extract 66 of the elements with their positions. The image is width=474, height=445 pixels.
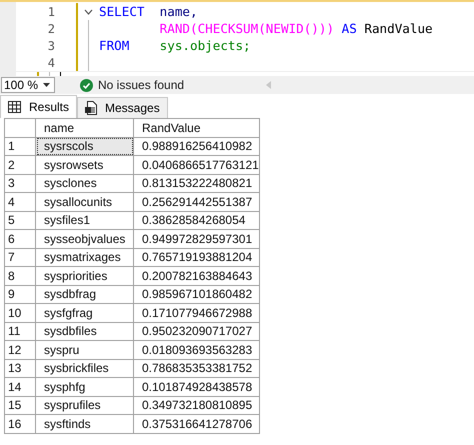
code-line: SELECT name, [99,4,198,19]
code-line: RAND(CHECKSUM(NEWID())) AS RandValue [158,21,433,36]
row-number[interactable]: 3 [4,174,36,192]
table-cell[interactable]: 0.985967101860482 [134,285,260,304]
table-cell[interactable]: 0.950232090717027 [134,322,260,340]
table-cell[interactable]: sysprufiles [36,396,134,414]
line-number: 4 [46,56,55,70]
zoom-dropdown[interactable]: 100 % [1,77,55,93]
table-cell[interactable]: 0.018093693563283 [134,340,260,359]
table-cell[interactable]: 0.765719193881204 [134,248,260,266]
row-number[interactable]: 11 [4,322,36,340]
row-number[interactable]: 15 [4,396,36,414]
table-cell[interactable]: sysrowsets [36,156,134,174]
column-header[interactable]: RandValue [134,118,260,137]
grid-icon [8,101,21,113]
row-number[interactable]: 13 [4,359,36,378]
column-header[interactable]: name [36,118,134,137]
line-number: 1 [46,4,55,18]
table-cell[interactable]: syspriorities [36,266,134,285]
row-number[interactable]: 5 [4,211,36,230]
table-cell[interactable]: 0.38628584268054 [134,211,260,230]
table-cell[interactable]: sysseobjvalues [36,230,134,248]
collapse-icon[interactable] [84,8,93,14]
table-cell[interactable]: sysclones [36,174,134,192]
table-cell[interactable]: syspru [36,340,134,359]
line-number: 3 [46,38,55,52]
table-cell[interactable]: 0.786835353381752 [134,359,260,378]
table-cell[interactable]: sysphfg [36,378,134,396]
table-cell[interactable]: 0.375316641278706 [134,414,260,433]
code-line: FROM sys.objects; [99,38,251,53]
table-cell[interactable]: 0.101874928438578 [134,378,260,396]
corner-header [4,118,36,137]
row-number[interactable]: 10 [4,304,36,322]
row-number[interactable]: 8 [4,266,36,285]
table-cell[interactable]: sysdbfrag [36,285,134,304]
row-number[interactable]: 6 [4,230,36,248]
table-cell[interactable]: 0.171077946672988 [134,304,260,322]
results-tab[interactable]: Results [0,95,78,118]
table-cell[interactable]: sysdbfiles [36,322,134,340]
table-cell[interactable]: sysbrickfiles [36,359,134,378]
row-number[interactable]: 9 [4,285,36,304]
table-cell[interactable]: 0.988916256410982 [134,137,260,156]
line-number: 2 [46,22,55,36]
table-cell[interactable]: sysfiles1 [36,211,134,230]
row-number[interactable]: 4 [4,192,36,211]
table-cell[interactable]: 0.813153222480821 [134,174,260,192]
check-icon [80,78,93,92]
table-cell[interactable]: 0.256291442551387 [134,192,260,211]
row-number[interactable]: 2 [4,156,36,174]
table-cell[interactable]: 0.200782163884643 [134,266,260,285]
table-cell[interactable]: sysmatrixages [36,248,134,266]
row-number[interactable]: 7 [4,248,36,266]
table-cell[interactable]: sysrscols [36,137,134,156]
row-number[interactable]: 12 [4,340,36,359]
row-number[interactable]: 14 [4,378,36,396]
table-cell[interactable]: sysftinds [36,414,134,433]
table-cell[interactable]: 0.349732180810895 [134,396,260,414]
dropdown-arrow-icon [43,83,50,87]
status-message: No issues found [98,78,184,92]
table-cell[interactable]: 0.949972829597301 [134,230,260,248]
document-icon [85,101,98,115]
table-cell[interactable]: sysallocunits [36,192,134,211]
row-number[interactable]: 16 [4,414,36,433]
table-cell[interactable]: 0.0406866517763121 [134,156,260,174]
table-cell[interactable]: sysfgfrag [36,304,134,322]
results-tab[interactable]: Messages [77,97,168,118]
